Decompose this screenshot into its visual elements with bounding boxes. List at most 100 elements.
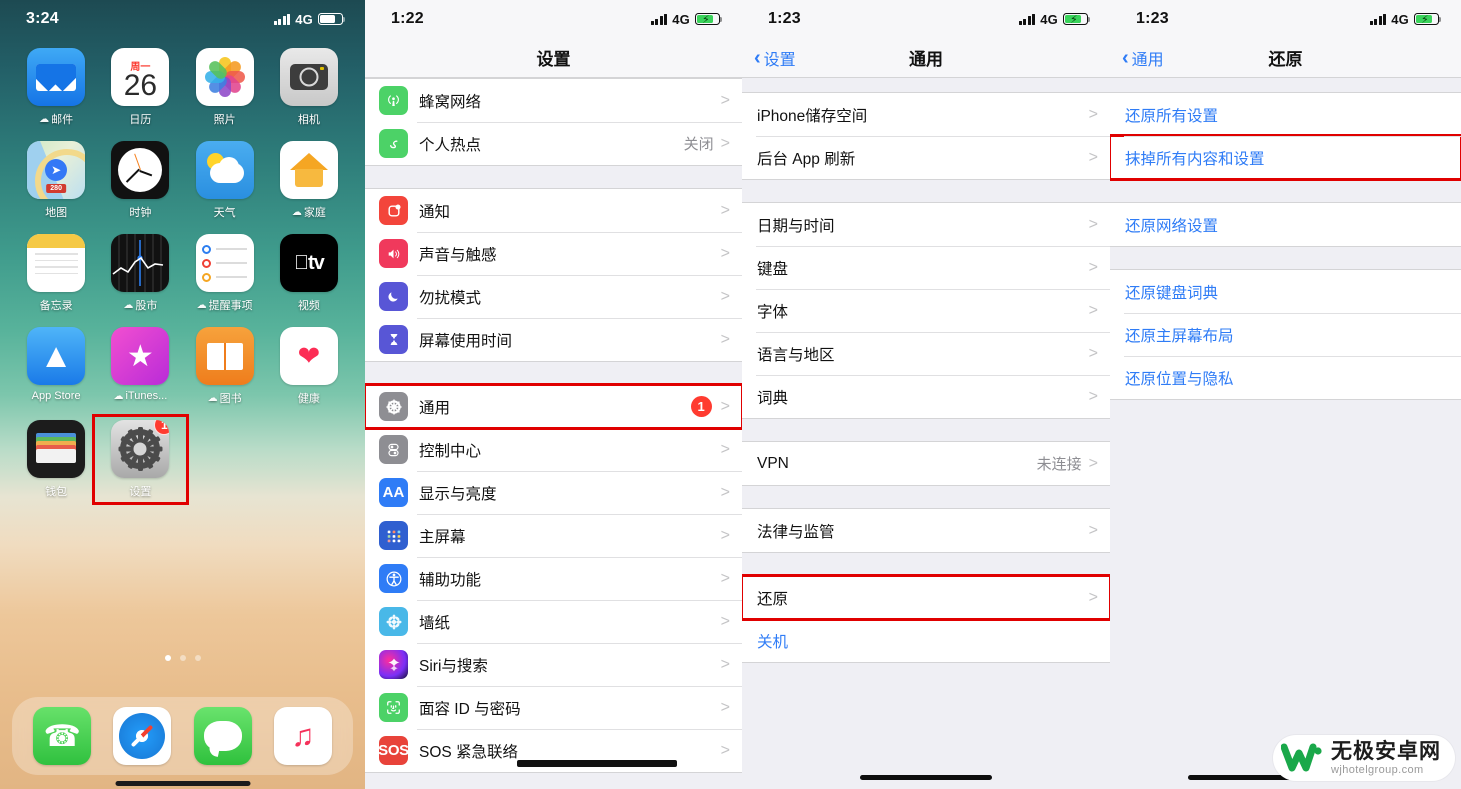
page-dot-2[interactable] bbox=[179, 655, 186, 661]
app-icon-camera[interactable]: 相机 bbox=[267, 48, 351, 127]
back-button-general[interactable]: ‹ 通用 bbox=[1122, 46, 1164, 70]
settings-row-siri-search[interactable]: Siri与搜索 > bbox=[365, 643, 742, 686]
settings-row-do-not-disturb[interactable]: 勿扰模式 > bbox=[365, 275, 742, 318]
maps-icon: ➤ 280 bbox=[27, 141, 86, 199]
app-label: ☁ 邮件 bbox=[39, 113, 74, 127]
app-icon-reminders[interactable]: ☁ 提醒事项 bbox=[183, 234, 267, 313]
app-icon-photos[interactable]: 照片 bbox=[183, 48, 267, 127]
settings-row-face-id-passcode[interactable]: 面容 ID 与密码 > bbox=[365, 686, 742, 729]
page-dot-1[interactable] bbox=[164, 655, 171, 661]
app-label: ☁ 图书 bbox=[207, 392, 242, 406]
row-label: 通知 bbox=[419, 203, 451, 221]
status-bar-general: 1:23 4G ⚡ bbox=[742, 0, 1110, 38]
chevron-right-icon: > bbox=[720, 330, 730, 348]
app-icon-settings[interactable]: 1 设置 bbox=[92, 414, 189, 505]
page-indicator-dots[interactable] bbox=[0, 655, 365, 661]
settings-row-sounds-haptics[interactable]: 声音与触感 > bbox=[365, 232, 742, 275]
settings-row-general[interactable]: 通用 1 > bbox=[365, 383, 742, 430]
general-row-iphone-storage[interactable]: iPhone储存空间 > bbox=[742, 93, 1110, 136]
general-row-shut-down[interactable]: 关机 bbox=[742, 619, 1110, 662]
photos-icon bbox=[195, 48, 254, 106]
status-time: 1:23 bbox=[768, 10, 801, 27]
reset-navbar: ‹ 通用 还原 bbox=[1110, 38, 1461, 78]
general-row-vpn[interactable]: VPN 未连接 > bbox=[742, 442, 1110, 485]
home-screen: 3:24 4G ☁ 邮件 周一 26 日历 照片 相机 ➤ 280 地图 时钟 … bbox=[0, 0, 365, 789]
settings-row-accessibility[interactable]: 辅助功能 > bbox=[365, 557, 742, 600]
phone-icon[interactable]: ☎ bbox=[33, 707, 92, 765]
general-row-fonts[interactable]: 字体 > bbox=[742, 289, 1110, 332]
app-icon-mail[interactable]: ☁ 邮件 bbox=[14, 48, 98, 127]
reset-row-reset-network-settings[interactable]: 还原网络设置 bbox=[1110, 203, 1461, 246]
app-icon-apple-tv[interactable]: tv 视频 bbox=[267, 234, 351, 313]
settings-row-personal-hotspot[interactable]: 个人热点 关闭 > bbox=[365, 122, 742, 165]
page-dot-3[interactable] bbox=[194, 655, 201, 661]
settings-row-cellular[interactable]: 蜂窝网络 > bbox=[365, 79, 742, 122]
back-button-settings[interactable]: ‹ 设置 bbox=[754, 46, 796, 70]
app-icon-health[interactable]: ❤ 健康 bbox=[267, 327, 351, 406]
general-row-keyboard[interactable]: 键盘 > bbox=[742, 246, 1110, 289]
chevron-right-icon: > bbox=[1088, 105, 1098, 123]
chevron-right-icon: > bbox=[1088, 454, 1098, 472]
signal-bars-icon bbox=[1369, 13, 1387, 25]
app-icon-clock[interactable]: 时钟 bbox=[98, 141, 182, 220]
music-note-icon[interactable]: ♫ bbox=[273, 707, 332, 765]
app-icon-itunes-store[interactable]: ★ ☁ iTunes... bbox=[98, 327, 182, 406]
general-gear-icon bbox=[379, 392, 408, 421]
general-row-date-time[interactable]: 日期与时间 > bbox=[742, 203, 1110, 246]
network-type-label: 4G bbox=[295, 11, 313, 27]
status-time: 1:22 bbox=[391, 10, 424, 27]
home-indicator[interactable] bbox=[860, 775, 992, 780]
home-app-icon bbox=[279, 141, 338, 199]
safari-compass-icon[interactable] bbox=[113, 707, 172, 765]
network-type-label: 4G bbox=[1040, 11, 1058, 27]
general-row-background-app-refresh[interactable]: 后台 App 刷新 > bbox=[742, 136, 1110, 179]
cellular-icon bbox=[379, 86, 408, 115]
general-row-reset[interactable]: 还原 > bbox=[742, 574, 1110, 621]
app-label: ☁ 提醒事项 bbox=[196, 299, 253, 313]
wallpaper-icon bbox=[379, 607, 408, 636]
general-row-language-region[interactable]: 语言与地区 > bbox=[742, 332, 1110, 375]
signal-bars-icon bbox=[1018, 13, 1036, 25]
settings-scroll-area[interactable]: 蜂窝网络 > 个人热点 关闭 > 通知 > 声音与触感 > 勿扰模式 > 屏幕使… bbox=[365, 78, 742, 789]
reset-row-reset-home-layout[interactable]: 还原主屏幕布局 bbox=[1110, 313, 1461, 356]
app-icon-calendar[interactable]: 周一 26 日历 bbox=[98, 48, 182, 127]
chevron-left-icon: ‹ bbox=[754, 46, 761, 69]
app-icon-books[interactable]: ☁ 图书 bbox=[183, 327, 267, 406]
watermark-brand-cn: 无极安卓网 bbox=[1331, 739, 1441, 763]
app-icon-maps[interactable]: ➤ 280 地图 bbox=[14, 141, 98, 220]
home-indicator[interactable] bbox=[115, 781, 250, 786]
reset-row-erase-all-content[interactable]: 抹掉所有内容和设置 bbox=[1110, 134, 1461, 181]
app-label: 相机 bbox=[297, 114, 320, 126]
messages-icon[interactable] bbox=[193, 707, 252, 765]
chevron-right-icon: > bbox=[720, 244, 730, 262]
general-row-dictionary[interactable]: 词典 > bbox=[742, 375, 1110, 418]
app-icon-home-app[interactable]: ☁ 家庭 bbox=[267, 141, 351, 220]
app-icon-weather[interactable]: 天气 bbox=[183, 141, 267, 220]
settings-row-notifications[interactable]: 通知 > bbox=[365, 189, 742, 232]
row-label: Siri与搜索 bbox=[419, 657, 488, 675]
general-row-legal-regulatory[interactable]: 法律与监管 > bbox=[742, 509, 1110, 552]
reset-row-reset-keyboard-dictionary[interactable]: 还原键盘词典 bbox=[1110, 270, 1461, 313]
row-label: iPhone储存空间 bbox=[757, 107, 868, 125]
app-icon-app-store[interactable]: ▲ App Store bbox=[14, 327, 98, 406]
settings-navbar: 设置 bbox=[365, 38, 742, 78]
camera-icon bbox=[279, 48, 338, 106]
reset-scroll-area[interactable]: 还原所有设置 抹掉所有内容和设置 还原网络设置 还原键盘词典 还原主屏幕布局 还… bbox=[1110, 78, 1461, 789]
settings-row-screen-time[interactable]: 屏幕使用时间 > bbox=[365, 318, 742, 361]
app-icon-notes[interactable]: 备忘录 bbox=[14, 234, 98, 313]
app-icon-wallet[interactable]: 钱包 bbox=[14, 420, 98, 499]
row-label: 还原位置与隐私 bbox=[1125, 370, 1234, 388]
status-indicators: 4G ⚡ bbox=[1018, 11, 1091, 27]
settings-row-display-brightness[interactable]: AA 显示与亮度 > bbox=[365, 471, 742, 514]
row-label: 还原 bbox=[757, 590, 789, 608]
reset-row-reset-all-settings[interactable]: 还原所有设置 bbox=[1110, 93, 1461, 136]
settings-row-wallpaper[interactable]: 墙纸 > bbox=[365, 600, 742, 643]
group-spacer bbox=[365, 362, 742, 384]
app-icon-stocks[interactable]: ☁ 股市 bbox=[98, 234, 182, 313]
general-scroll-area[interactable]: iPhone储存空间 > 后台 App 刷新 > 日期与时间 > 键盘 > 字体… bbox=[742, 78, 1110, 789]
settings-row-home-screen[interactable]: 主屏幕 > bbox=[365, 514, 742, 557]
reset-group-2: 还原网络设置 bbox=[1110, 202, 1461, 247]
site-watermark: 无极安卓网 wjhotelgroup.com bbox=[1273, 735, 1455, 781]
reset-row-reset-location-privacy[interactable]: 还原位置与隐私 bbox=[1110, 356, 1461, 399]
settings-row-control-center[interactable]: 控制中心 > bbox=[365, 428, 742, 471]
